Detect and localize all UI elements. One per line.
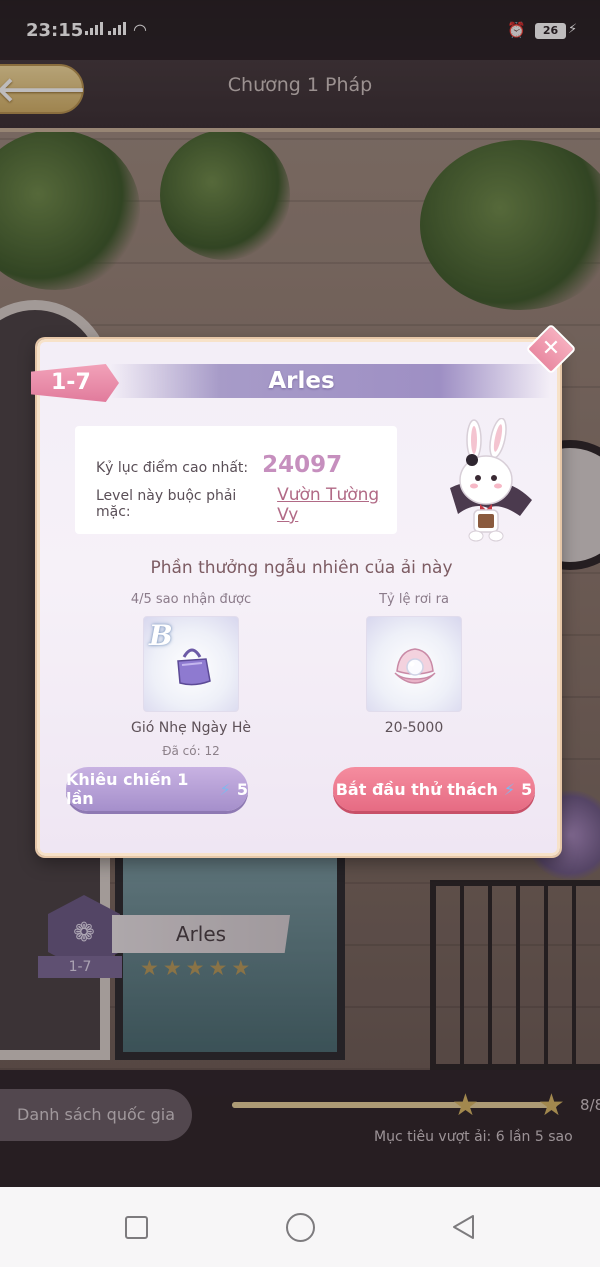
reward-drop-range: 20-5000 xyxy=(384,720,444,736)
popup-title: Arles xyxy=(268,368,335,394)
recent-apps-icon[interactable] xyxy=(125,1216,148,1239)
home-icon[interactable] xyxy=(286,1213,315,1242)
energy-icon: ⚡ xyxy=(503,779,516,799)
energy-icon: ⚡ xyxy=(219,779,231,799)
nav-back-icon[interactable] xyxy=(451,1214,475,1240)
required-outfit-link[interactable]: Vườn Tường Vy xyxy=(277,485,397,525)
close-icon: ✕ xyxy=(541,336,561,361)
reward-header-drop-rate: Tỷ lệ rơi ra xyxy=(379,592,449,607)
bunny-mascot-icon xyxy=(450,418,532,542)
start-challenge-button[interactable]: Bắt đầu thử thách ⚡ 5 xyxy=(333,767,535,811)
reward-item-tile[interactable] xyxy=(366,616,462,712)
level-detail-popup: Arles 1-7 ✕ Kỷ lục điểm cao nhất: 24097 … xyxy=(31,323,577,856)
reward-item-tile[interactable]: B xyxy=(143,616,239,712)
reward-title: Phần thưởng ngẫu nhiên của ải này xyxy=(150,558,453,578)
required-outfit-row: Level này buộc phải mặc: Vườn Tường Vy xyxy=(96,485,397,525)
reward-owned-count: Đã có: 12 xyxy=(162,744,220,758)
pearl-shell-icon xyxy=(394,648,436,684)
reward-header-stars: 4/5 sao nhận được xyxy=(130,592,252,607)
challenge-once-cost: 5 xyxy=(236,779,248,799)
best-score-value: 24097 xyxy=(262,452,343,478)
best-score-row: Kỷ lục điểm cao nhất: 24097 xyxy=(96,452,342,478)
challenge-once-label: Khiêu chiến 1 lần xyxy=(66,770,189,808)
level-info-box: Kỷ lục điểm cao nhất: 24097 Level này bu… xyxy=(75,426,397,534)
required-outfit-label: Level này buộc phải mặc: xyxy=(96,488,237,520)
start-challenge-label: Bắt đầu thử thách xyxy=(335,779,498,799)
reward-item-name: Gió Nhẹ Ngày Hè xyxy=(131,720,251,736)
start-challenge-cost: 5 xyxy=(521,779,533,799)
best-score-label: Kỷ lục điểm cao nhất: xyxy=(96,460,249,476)
handbag-icon xyxy=(177,648,211,686)
challenge-once-button[interactable]: Khiêu chiến 1 lần ⚡ 5 xyxy=(66,767,248,811)
